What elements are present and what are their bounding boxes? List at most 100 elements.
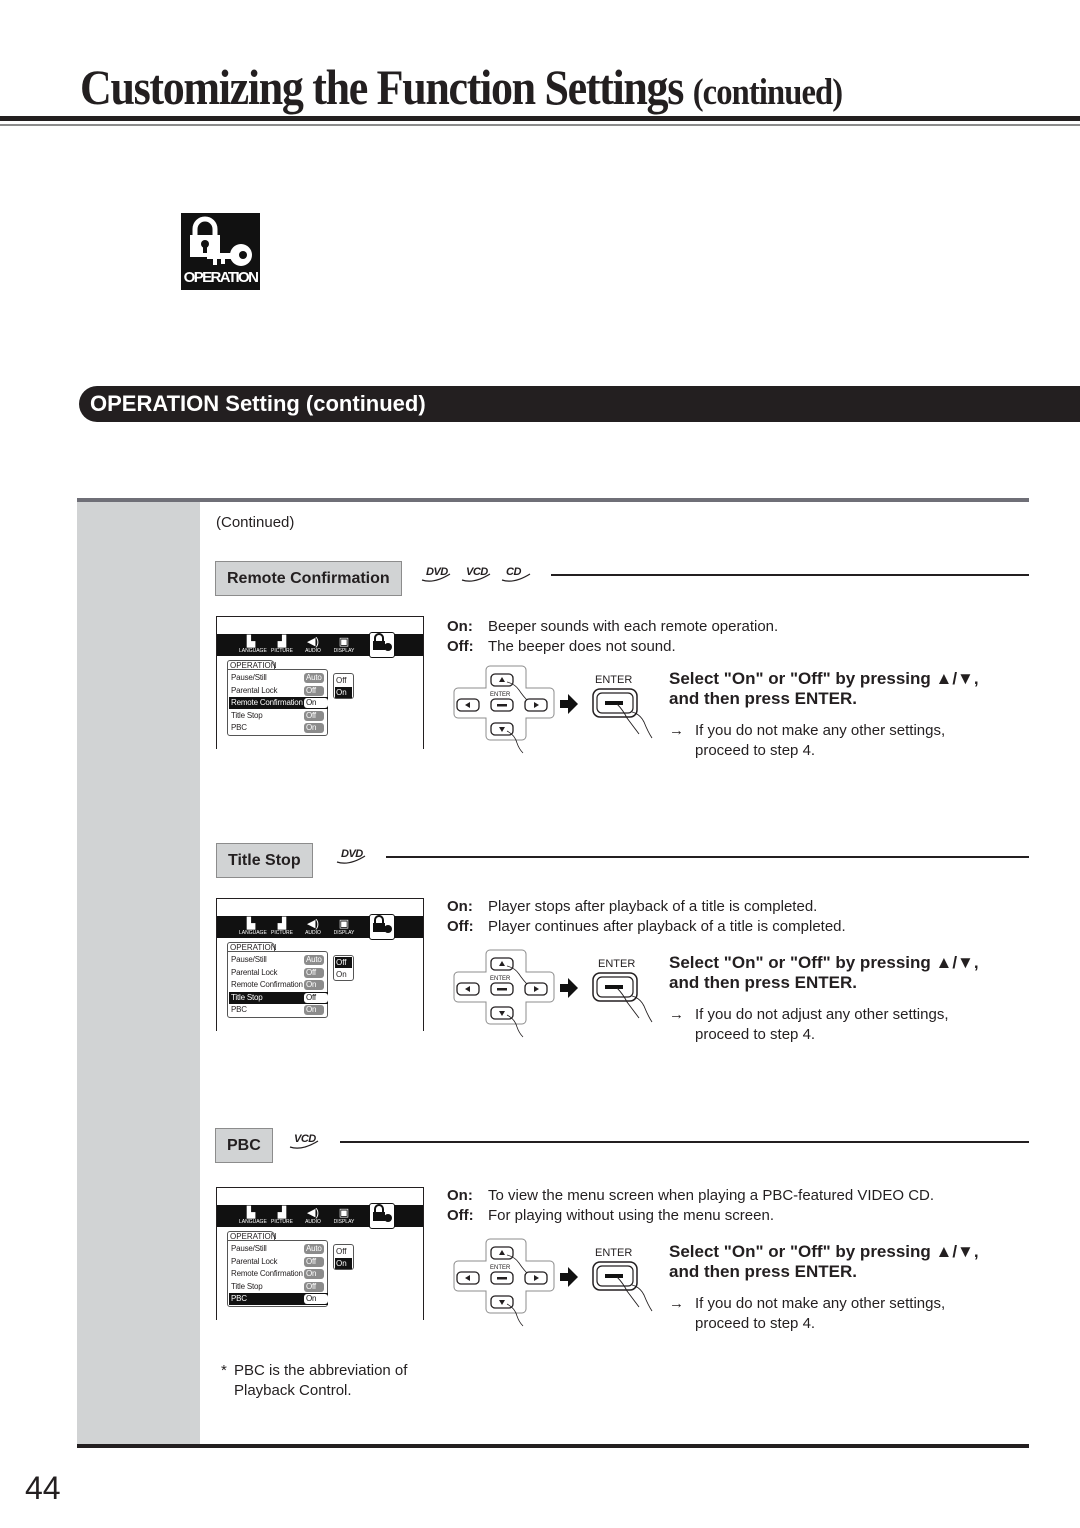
osd-setting-row: Remote Confirmation On: [229, 979, 328, 991]
osd-option-off: Off: [336, 676, 347, 685]
note-line-1: If you do not make any other settings,: [695, 1295, 946, 1312]
instruction-line-2: and then press ENTER.: [669, 689, 857, 708]
osd-setting-row: PBC On: [229, 1293, 328, 1305]
on-key: On:: [447, 1187, 473, 1204]
osd-option-off: Off: [336, 1247, 347, 1256]
instruction-line-1: Select "On" or "Off" by pressing ▲/▼,: [669, 669, 979, 688]
page-title-text: Customizing the Function Settings: [80, 59, 684, 115]
osd-row-value: Auto: [304, 1244, 324, 1254]
dvd-disc-logo-icon: DVD: [421, 566, 451, 582]
osd-setting-row: Pause/Still Auto: [229, 672, 328, 684]
note-line-2: proceed to step 4.: [695, 1315, 816, 1332]
operation-tab-lock-key-icon: [369, 632, 395, 658]
page-title: Customizing the Function Settings (conti…: [80, 58, 843, 116]
next-step-note: → If you do not adjust any other settings…: [669, 1005, 949, 1045]
section-divider-line: [386, 856, 1029, 858]
header-rule-thin: [0, 124, 1080, 126]
language-tab-icon: ▙ LANGUAGE: [239, 918, 267, 936]
footnote: * PBC is the abbreviation of Playback Con…: [221, 1361, 407, 1401]
off-text: Player continues after playback of a tit…: [488, 918, 846, 935]
setting-label-remote-confirmation: Remote Confirmation: [215, 561, 402, 596]
footnote-line-2: Playback Control.: [234, 1382, 352, 1399]
footnote-line-1: PBC is the abbreviation of: [234, 1362, 408, 1379]
osd-row-label: Parental Lock: [231, 1256, 278, 1266]
display-tab-icon: ▣ DISPLAY: [333, 636, 355, 654]
operation-tab-lock-key-icon: [369, 1203, 395, 1229]
remote-dpad-icon: ENTER: [453, 949, 653, 1038]
osd-row-label: Remote Confirmation: [231, 980, 303, 989]
arrow-right-icon: →: [669, 1295, 684, 1312]
arrow-right-icon: →: [669, 1006, 684, 1023]
operation-category-icon: OPERATION: [181, 213, 260, 290]
osd-option-list: Off On: [333, 673, 354, 699]
on-key: On:: [447, 618, 473, 635]
section-heading: OPERATION Setting (continued): [90, 391, 426, 416]
osd-row-value: Auto: [304, 673, 324, 683]
osd-row-label: Remote Confirmation: [231, 1269, 303, 1278]
audio-tab-icon: ◀) AUDIO: [305, 918, 321, 936]
on-description: On: To view the menu screen when playing …: [447, 1186, 934, 1206]
note-line-2: proceed to step 4.: [695, 1026, 816, 1043]
osd-option-on: On: [336, 970, 347, 979]
section-divider-line: [340, 1141, 1029, 1143]
off-description: Off: Player continues after playback of a…: [447, 917, 846, 937]
note-line-1: If you do not adjust any other settings,: [695, 1006, 949, 1023]
osd-option-list: Off On: [333, 955, 354, 981]
osd-row-value: Off: [304, 967, 324, 978]
vcd-disc-logo-icon: VCD: [289, 1133, 319, 1149]
picture-tab-icon: ▟ PICTURE: [271, 636, 293, 654]
osd-tab-label: DISPLAY: [333, 930, 355, 936]
instruction-line-1: Select "On" or "Off" by pressing ▲/▼,: [669, 1242, 979, 1261]
osd-tab-label: PICTURE: [271, 1219, 293, 1225]
osd-setting-row: Parental Lock Off: [229, 1256, 328, 1268]
osd-setting-row: Title Stop Off: [229, 991, 328, 1004]
off-key: Off:: [447, 1207, 474, 1224]
off-description: Off: The beeper does not sound.: [447, 637, 676, 657]
display-tab-icon: ▣ DISPLAY: [333, 918, 355, 936]
osd-tab-label: DISPLAY: [333, 648, 355, 654]
audio-tab-icon: ◀) AUDIO: [305, 1207, 321, 1225]
osd-tab-label: LANGUAGE: [239, 648, 267, 654]
off-description: Off: For playing without using the menu s…: [447, 1206, 774, 1226]
section-heading-bar: OPERATION Setting (continued): [79, 386, 1080, 422]
osd-row-label: Parental Lock: [231, 967, 278, 977]
osd-row-label: PBC: [231, 1294, 247, 1303]
language-tab-icon: ▙ LANGUAGE: [239, 636, 267, 654]
on-text: Beeper sounds with each remote operation…: [488, 618, 779, 635]
setting-label-title-stop: Title Stop: [216, 843, 313, 878]
audio-tab-icon: ◀) AUDIO: [305, 636, 321, 654]
osd-screen-mockup: ▙ LANGUAGE ▟ PICTURE ◀) AUDIO ▣ DISPLAY OPERATIO…: [216, 616, 424, 749]
instruction-line-2: and then press ENTER.: [669, 973, 857, 992]
picture-tab-icon: ▟ PICTURE: [271, 1207, 293, 1225]
svg-text:ENTER: ENTER: [490, 1265, 511, 1271]
osd-settings-panel: Pause/Still Auto Parental Lock Off Remote Co…: [227, 1240, 328, 1307]
on-description: On: Player stops after playback of a titl…: [447, 897, 817, 917]
on-text: To view the menu screen when playing a P…: [488, 1187, 935, 1204]
operation-tab-lock-key-icon: [369, 914, 395, 940]
osd-row-label: PBC: [231, 723, 247, 732]
osd-tab-label: PICTURE: [271, 648, 293, 654]
osd-setting-row: Title Stop Off: [229, 710, 328, 722]
setting-label-pbc: PBC: [215, 1128, 273, 1163]
section-divider-line: [551, 574, 1029, 576]
note-line-2: proceed to step 4.: [695, 742, 816, 759]
osd-row-value: On: [304, 1269, 324, 1279]
enter-button-label: ENTER: [595, 1247, 633, 1259]
osd-row-value: Off: [304, 710, 324, 721]
osd-tab-label: LANGUAGE: [239, 930, 267, 936]
osd-row-label: PBC: [231, 1005, 247, 1014]
instruction-line-1: Select "On" or "Off" by pressing ▲/▼,: [669, 953, 979, 972]
remote-cursor-and-enter-illustration: ENTER: [452, 664, 682, 754]
osd-setting-row: PBC On: [229, 722, 328, 734]
osd-row-value: On: [304, 1005, 324, 1015]
arrow-right-icon: →: [669, 722, 684, 739]
osd-setting-row: Pause/Still Auto: [229, 1243, 328, 1255]
osd-settings-panel: Pause/Still Auto Parental Lock Off Remote Co…: [227, 951, 328, 1018]
header-rule-thick: [0, 116, 1080, 121]
content-top-rule: [77, 498, 1029, 502]
osd-setting-row: Pause/Still Auto: [229, 954, 328, 966]
svg-text:ENTER: ENTER: [490, 976, 511, 982]
osd-setting-row: Parental Lock Off: [229, 967, 328, 979]
picture-tab-icon: ▟ PICTURE: [271, 918, 293, 936]
footnote-marker: *: [221, 1362, 227, 1379]
